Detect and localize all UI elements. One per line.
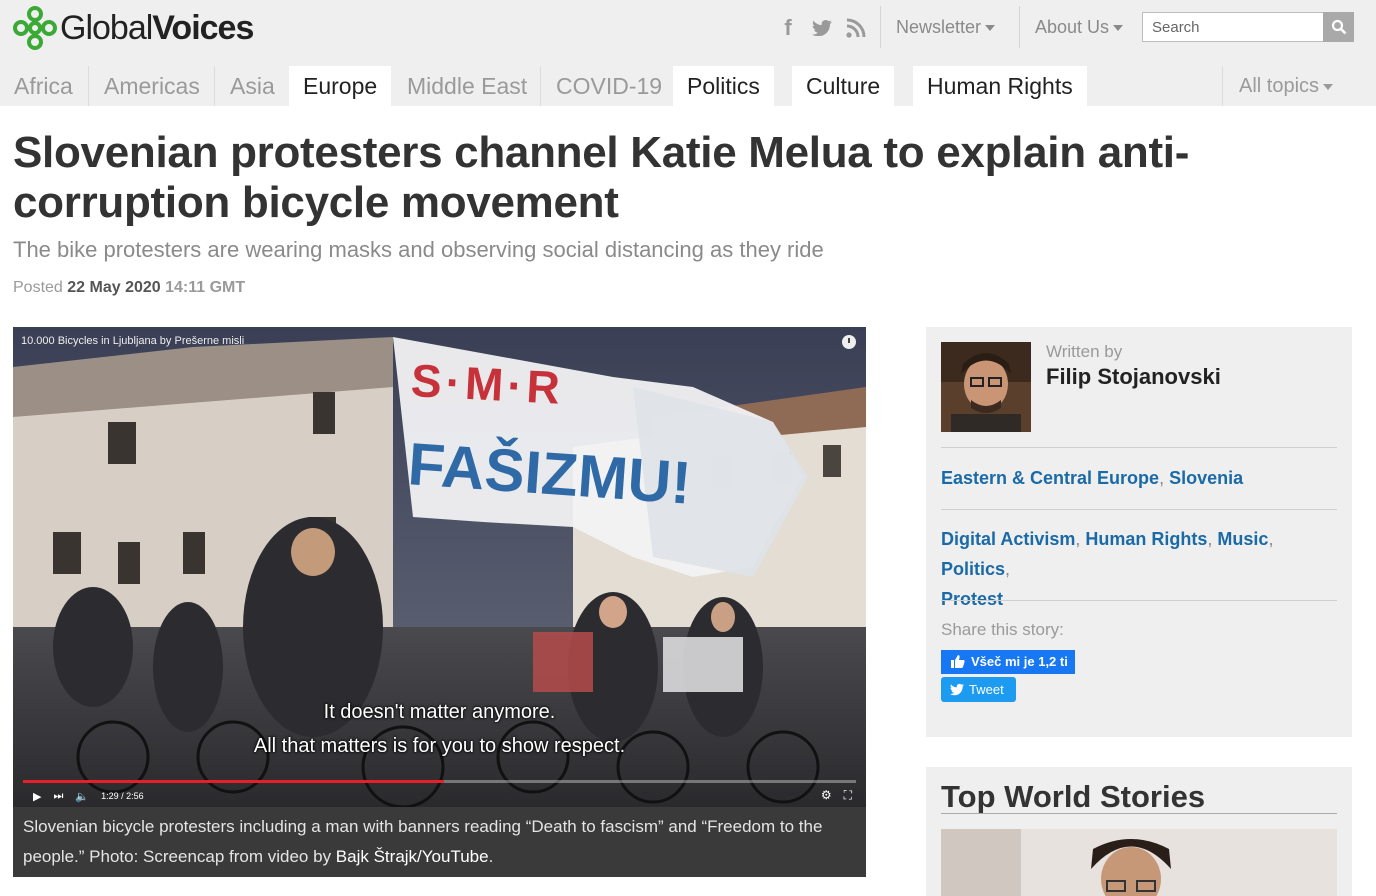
facebook-icon[interactable]: f bbox=[776, 14, 800, 42]
tag-link[interactable]: Music bbox=[1217, 529, 1268, 549]
fullscreen-icon[interactable]: ⛶ bbox=[844, 788, 852, 803]
divider bbox=[540, 66, 541, 106]
volume-icon[interactable]: 🔈 bbox=[75, 790, 89, 803]
video-progress-fill bbox=[23, 780, 444, 783]
facebook-like-button[interactable]: Všeč mi je 1,2 ti bbox=[941, 650, 1075, 674]
video-player[interactable]: S·M·R FAŠIZMU! 10.000 Bicycles in Ljublj… bbox=[13, 327, 866, 807]
article-sidebar: Written by Filip Stojanovski Eastern & C… bbox=[926, 327, 1352, 737]
tweet-button[interactable]: Tweet bbox=[941, 677, 1016, 702]
share-label: Share this story: bbox=[941, 620, 1064, 639]
divider bbox=[941, 813, 1337, 814]
video-subtitle: All that matters is for you to show resp… bbox=[253, 735, 626, 757]
region-tags: Eastern & Central Europe, Slovenia bbox=[941, 468, 1244, 488]
divider bbox=[1019, 6, 1020, 48]
divider bbox=[941, 447, 1337, 448]
caret-down-icon bbox=[985, 25, 996, 32]
tag-link[interactable]: Human Rights bbox=[1085, 529, 1207, 549]
tag-link[interactable]: Protest bbox=[941, 589, 1003, 609]
tab-africa[interactable]: Africa bbox=[0, 66, 87, 106]
posted-label: Posted bbox=[13, 279, 63, 296]
tab-covid-19[interactable]: COVID-19 bbox=[542, 66, 676, 106]
topic-nav: Africa Americas Asia Europe Middle East … bbox=[0, 66, 1376, 106]
about-menu[interactable]: About Us bbox=[1035, 14, 1124, 40]
video-title[interactable]: 10.000 Bicycles in Ljubljana by Prešerne… bbox=[21, 335, 244, 347]
video-subtitle: It doesn't matter anymore. bbox=[323, 701, 556, 723]
tag-link[interactable]: Eastern & Central Europe bbox=[941, 468, 1159, 488]
tag-link[interactable]: Digital Activism bbox=[941, 529, 1075, 549]
article-title: Slovenian protesters channel Katie Melua… bbox=[13, 128, 1190, 227]
search-button[interactable] bbox=[1323, 12, 1354, 42]
logo-mark-icon bbox=[13, 6, 57, 50]
caret-down-icon bbox=[1323, 83, 1334, 90]
divider bbox=[880, 6, 881, 48]
divider bbox=[88, 66, 89, 106]
tab-europe[interactable]: Europe bbox=[289, 66, 392, 106]
settings-icon[interactable]: ⚙ bbox=[821, 788, 832, 803]
twitter-icon bbox=[950, 683, 964, 696]
banner-text: S·M·R bbox=[409, 354, 566, 414]
top-header: GlobalVoices f Newsletter About Us bbox=[0, 0, 1376, 66]
video-time: 1:29 / 2:56 bbox=[101, 791, 144, 801]
caret-down-icon bbox=[1113, 25, 1124, 32]
video-controls: ▶ ⏭ 🔈 1:29 / 2:56 ⚙ ⛶ bbox=[13, 785, 866, 807]
all-topics-menu[interactable]: All topics bbox=[1225, 66, 1347, 106]
article-subtitle: The bike protesters are wearing masks an… bbox=[13, 237, 824, 262]
rss-icon[interactable] bbox=[844, 14, 868, 42]
top-story-image[interactable] bbox=[941, 829, 1337, 896]
twitter-icon[interactable] bbox=[810, 14, 834, 42]
tab-asia[interactable]: Asia bbox=[216, 66, 289, 106]
thumbs-up-icon bbox=[951, 655, 965, 668]
divider bbox=[1222, 66, 1223, 106]
video-progress-bar[interactable] bbox=[23, 780, 856, 783]
tag-link[interactable]: Slovenia bbox=[1169, 468, 1243, 488]
watch-later-icon[interactable] bbox=[842, 335, 856, 349]
divider bbox=[941, 509, 1337, 510]
divider bbox=[941, 600, 1337, 601]
author-avatar[interactable] bbox=[941, 342, 1031, 432]
tab-politics[interactable]: Politics bbox=[673, 66, 774, 106]
caption-source-link[interactable]: Bajk Štrajk/YouTube bbox=[336, 847, 489, 866]
search-input[interactable] bbox=[1142, 12, 1324, 42]
post-date[interactable]: 22 May 2020 bbox=[67, 279, 160, 296]
tab-human-rights[interactable]: Human Rights bbox=[913, 66, 1087, 106]
site-logo[interactable]: GlobalVoices bbox=[12, 6, 254, 50]
social-links: f bbox=[776, 14, 868, 42]
top-world-stories: Top World Stories bbox=[926, 767, 1352, 896]
image-caption: Slovenian bicycle protesters including a… bbox=[13, 807, 866, 877]
next-icon[interactable]: ⏭ bbox=[53, 790, 63, 803]
written-by-label: Written by bbox=[1046, 342, 1123, 361]
tab-culture[interactable]: Culture bbox=[792, 66, 895, 106]
divider bbox=[214, 66, 215, 106]
tab-middle-east[interactable]: Middle East bbox=[393, 66, 541, 106]
top-stories-heading: Top World Stories bbox=[941, 779, 1206, 814]
logo-text: GlobalVoices bbox=[60, 9, 254, 47]
play-icon[interactable]: ▶ bbox=[33, 790, 41, 803]
tab-americas[interactable]: Americas bbox=[90, 66, 214, 106]
newsletter-menu[interactable]: Newsletter bbox=[896, 14, 996, 40]
search-icon bbox=[1331, 19, 1346, 35]
author-name-link[interactable]: Filip Stojanovski bbox=[1046, 364, 1221, 390]
post-meta: Posted 22 May 2020 14:11 GMT bbox=[13, 279, 245, 297]
post-time: 14:11 GMT bbox=[165, 279, 246, 296]
tag-link[interactable]: Politics bbox=[941, 559, 1005, 579]
